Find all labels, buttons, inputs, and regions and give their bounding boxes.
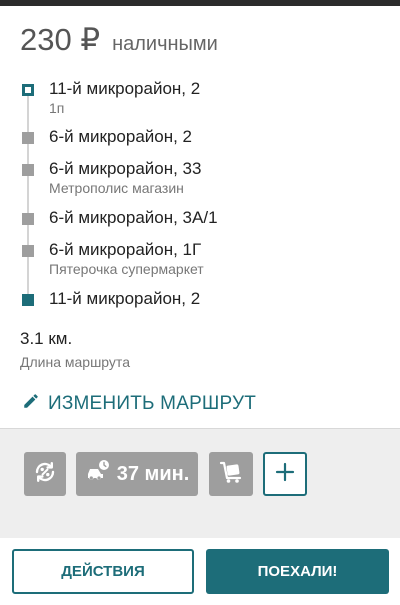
stop-address: 11-й микрорайон, 2 bbox=[49, 289, 201, 308]
order-price: 230 ₽ bbox=[20, 22, 101, 57]
actions-button[interactable]: ДЕЙСТВИЯ bbox=[12, 549, 194, 594]
stop-address: 11-й микрорайон, 2 bbox=[49, 79, 201, 98]
trip-time-label: 37 мин. bbox=[116, 462, 190, 485]
end-marker-icon bbox=[22, 294, 34, 306]
waypoint-marker-icon bbox=[22, 213, 34, 225]
waypoint-marker-icon bbox=[22, 132, 34, 144]
route-distance-label: Длина маршрута bbox=[20, 354, 130, 370]
waypoint-marker-icon bbox=[22, 245, 34, 257]
stop-note: Метрополис магазин bbox=[49, 180, 184, 196]
go-button[interactable]: ПОЕХАЛИ! bbox=[206, 549, 389, 594]
plus-icon bbox=[274, 461, 296, 488]
stop-address: 6-й микрорайон, 2 bbox=[49, 127, 193, 146]
route-line bbox=[27, 90, 29, 298]
waypoint-marker-icon bbox=[22, 164, 34, 176]
stop-note: 1п bbox=[49, 100, 65, 116]
luggage-option-button[interactable] bbox=[209, 452, 253, 496]
car-clock-icon bbox=[85, 458, 111, 490]
stop-address: 6-й микрорайон, 1Г bbox=[49, 240, 202, 259]
trip-time-option-button[interactable]: 37 мин. bbox=[76, 452, 198, 496]
stop-address: 6-й микрорайон, 33 bbox=[49, 159, 202, 178]
pencil-icon bbox=[22, 392, 40, 416]
change-route-button[interactable]: ИЗМЕНИТЬ МАРШРУТ bbox=[22, 392, 256, 416]
discount-option-button[interactable] bbox=[24, 452, 66, 496]
change-route-label: ИЗМЕНИТЬ МАРШРУТ bbox=[48, 393, 257, 414]
route-distance: 3.1 км. bbox=[20, 329, 73, 348]
stop-note: Пятерочка супермаркет bbox=[49, 261, 204, 277]
price-row: 230 ₽ наличными bbox=[20, 22, 218, 58]
add-option-button[interactable] bbox=[263, 452, 307, 496]
luggage-cart-icon bbox=[217, 458, 245, 491]
status-bar-strip bbox=[0, 0, 400, 6]
percent-refresh-icon bbox=[31, 458, 59, 491]
stop-address: 6-й микрорайон, 3А/1 bbox=[49, 208, 218, 227]
payment-method: наличными bbox=[112, 33, 218, 55]
start-marker-icon bbox=[22, 84, 34, 96]
